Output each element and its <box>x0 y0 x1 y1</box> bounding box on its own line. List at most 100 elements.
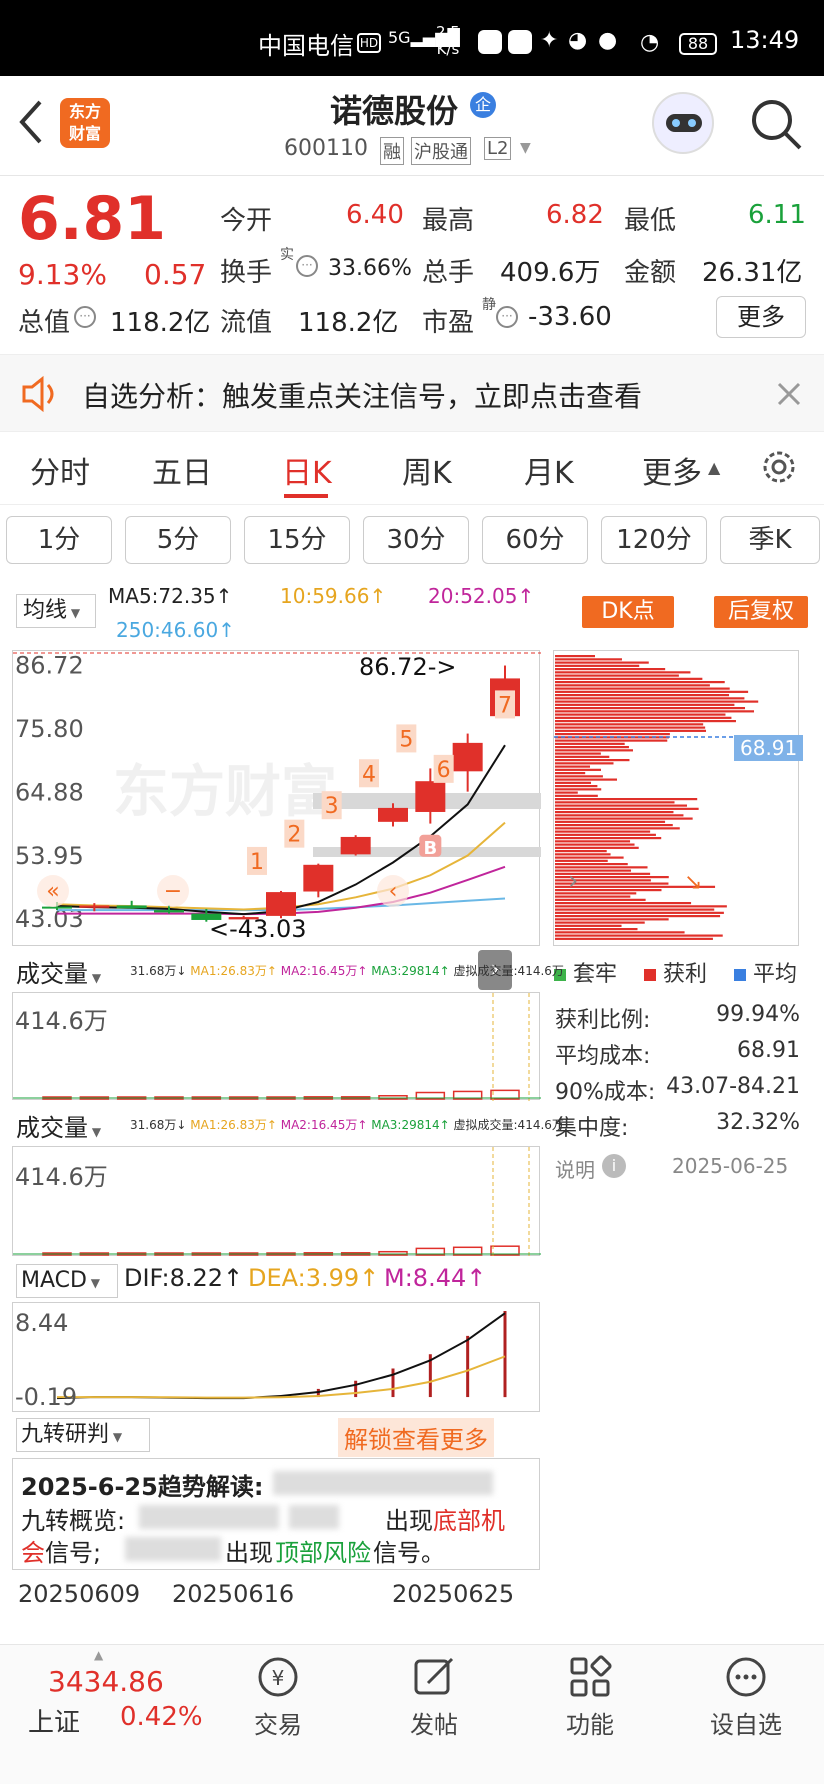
chip-bar <box>555 869 632 872</box>
candle-body <box>303 864 334 892</box>
chip-bar <box>555 785 598 788</box>
nav-arrow: ‹ <box>389 879 398 904</box>
period-1min[interactable]: 1分 <box>6 516 112 564</box>
volume-ma3: MA3:29814↑ <box>371 1118 450 1132</box>
tab-intraday[interactable]: 分时 <box>30 448 90 492</box>
unlock-more-button[interactable]: 解锁查看更多 <box>338 1418 494 1457</box>
avg-cost-label: 68.91 <box>734 735 804 761</box>
chip-bar <box>555 843 635 846</box>
chip-bar <box>555 827 680 830</box>
chip-bar <box>555 768 601 771</box>
signal-marker: 1 <box>250 850 264 875</box>
chip-note-label[interactable]: 说明 <box>555 1154 595 1183</box>
chevron-down-icon: ▼ <box>86 1276 100 1290</box>
info-dots-icon[interactable]: ··· <box>296 255 318 277</box>
tab-more[interactable]: 更多 <box>642 448 702 492</box>
dk-point-button[interactable]: DK点 <box>582 596 674 628</box>
chip-bar <box>555 817 693 820</box>
nine-turn-selector[interactable]: 九转研判 ▼ <box>16 1418 150 1452</box>
macd-dif: DIF:8.22↑ <box>124 1264 244 1292</box>
nav-trade[interactable]: ¥ 交易 <box>246 1655 310 1740</box>
tab-five-day[interactable]: 五日 <box>152 448 212 492</box>
period-120min[interactable]: 120分 <box>601 516 707 564</box>
y-tick-label: 75.80 <box>15 715 84 743</box>
macd-m: M:8.44↑ <box>384 1264 487 1292</box>
index-name[interactable]: 上证 <box>28 1702 80 1739</box>
macd-chart[interactable]: 8.44 -0.19 <box>12 1302 540 1412</box>
period-quarter-k[interactable]: 季K <box>720 516 820 564</box>
index-change[interactable]: 0.42% <box>120 1702 203 1732</box>
volume-selector-2[interactable]: 成交量 ▼ <box>16 1108 126 1142</box>
period-5min[interactable]: 5分 <box>125 516 231 564</box>
info-dots-icon[interactable]: ··· <box>74 306 96 328</box>
ma10-value: 10:59.66↑ <box>280 584 387 608</box>
chip-bar <box>555 902 692 905</box>
stock-name: 诺德股份 <box>330 92 459 130</box>
period-30min[interactable]: 30分 <box>363 516 469 564</box>
tab-monthly-k[interactable]: 月K <box>524 448 574 492</box>
volume-selector[interactable]: 成交量 ▼ <box>16 954 126 988</box>
kline-chart[interactable]: 东方财富 86.72 75.80 64.88 53.95 43.03 1 2 3 4 5 6 7 B 86.… <box>12 650 541 946</box>
speaker-icon <box>22 375 54 413</box>
chip-bar <box>555 850 607 853</box>
nine-turn-selector-label: 九转研判 <box>21 1422 110 1447</box>
volume-max-label: 414.6万 <box>15 1007 108 1035</box>
candle-body <box>452 742 483 772</box>
adjust-mode-button[interactable]: 后复权 <box>714 596 808 628</box>
price: 6.81 <box>18 184 167 254</box>
chip-bar <box>555 762 614 765</box>
settings-gear-icon[interactable] <box>758 446 800 488</box>
index-value[interactable]: 3434.86 <box>48 1665 164 1698</box>
average-legend-swatch <box>734 969 747 981</box>
chip-distribution[interactable]: › ↘ 68.91 <box>553 650 804 946</box>
chevron-down-icon[interactable]: ▼ <box>520 140 531 156</box>
info-icon[interactable]: i <box>602 1154 626 1178</box>
chip-bar <box>555 798 698 801</box>
trade-icon: ¥ <box>258 1657 298 1697</box>
period-60min[interactable]: 60分 <box>482 516 588 564</box>
concentration-value: 32.32% <box>716 1110 800 1135</box>
pe-label: 市盈 <box>422 308 475 338</box>
profit-legend-swatch <box>644 969 657 981</box>
ma-selector[interactable]: 均线 ▼ <box>16 594 96 628</box>
macd-selector-label: MACD <box>21 1268 87 1293</box>
avg-cost-stat-value: 68.91 <box>737 1038 800 1063</box>
period-15min[interactable]: 15分 <box>244 516 350 564</box>
candle-body <box>116 905 147 909</box>
volume-current: 31.68万↓ <box>130 964 187 978</box>
chip-bar <box>555 820 666 823</box>
volume-bar <box>378 1095 408 1100</box>
tab-daily-k[interactable]: 日K <box>282 448 332 492</box>
nav-post[interactable]: 发帖 <box>402 1655 466 1740</box>
signal-text: 信号; <box>45 1539 102 1567</box>
macd-selector[interactable]: MACD ▼ <box>16 1264 118 1298</box>
volume-chart-2[interactable]: 414.6万 <box>12 1146 541 1257</box>
signal-marker: 2 <box>287 823 301 848</box>
back-icon[interactable] <box>16 98 46 146</box>
change-pct: 9.13% <box>18 258 107 291</box>
chip-bar <box>555 924 622 927</box>
tab-weekly-k[interactable]: 周K <box>402 448 452 492</box>
assistant-avatar[interactable] <box>652 92 714 154</box>
close-icon[interactable] <box>776 381 802 407</box>
dea-line <box>57 1355 506 1399</box>
notice-bar[interactable]: 自选分析：触发重点关注信号，立即点击查看 <box>0 354 824 432</box>
chip-bar <box>555 733 670 736</box>
chip-bar <box>555 837 662 840</box>
info-dots-icon[interactable]: ··· <box>496 306 518 328</box>
chip-bar <box>555 661 649 664</box>
nav-add-watchlist[interactable]: 设自选 <box>704 1655 788 1740</box>
chip-bar <box>555 707 746 710</box>
chip-bar <box>555 655 595 658</box>
search-icon[interactable] <box>748 96 804 152</box>
leaf-icon: ✦ <box>540 28 559 53</box>
more-quote-button[interactable]: 更多 <box>716 296 806 338</box>
chip-bar <box>555 664 640 667</box>
eastmoney-logo[interactable]: 东方 财富 <box>60 98 110 148</box>
nav-functions[interactable]: 功能 <box>558 1655 622 1740</box>
bottom-signal-text: 底部机 <box>433 1507 505 1535</box>
kline-svg: 东方财富86.7275.8064.8853.9543.031234567B86.… <box>13 652 541 943</box>
volume-chart-1[interactable]: 414.6万 <box>12 992 541 1101</box>
volume-ma3: MA3:29814↑ <box>371 964 450 978</box>
chip-bar <box>555 677 703 680</box>
